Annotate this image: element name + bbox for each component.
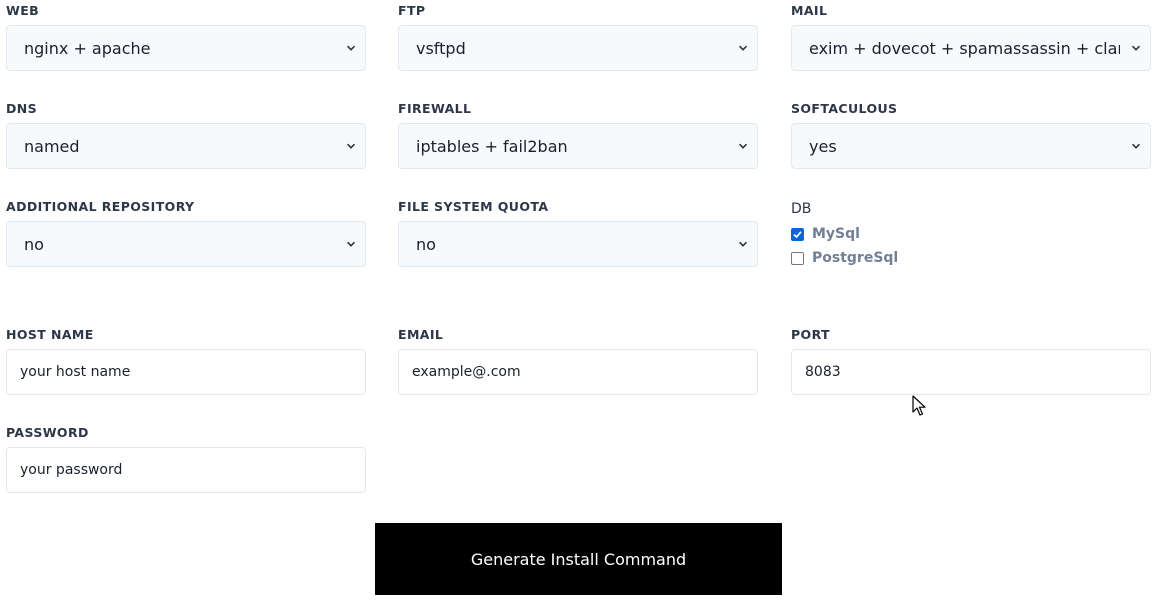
web-select-value: nginx + apache — [24, 38, 151, 58]
email-label: EMAIL — [398, 327, 444, 342]
dns-label: DNS — [6, 101, 38, 116]
additional-repository-label: ADDITIONAL REPOSITORY — [6, 199, 195, 214]
file-system-quota-select-value: no — [416, 234, 436, 254]
additional-repository-field: ADDITIONAL REPOSITORY no — [6, 199, 366, 267]
password-input[interactable]: your password — [6, 447, 366, 493]
firewall-select[interactable]: iptables + fail2ban — [398, 123, 758, 169]
ftp-label: FTP — [398, 3, 426, 18]
dns-select[interactable]: named — [6, 123, 366, 169]
chevron-down-icon — [346, 45, 356, 51]
password-field: PASSWORD your password — [6, 425, 366, 493]
db-field: DB MySql PostgreSql — [791, 200, 1151, 270]
postgresql-label: PostgreSql — [812, 250, 899, 266]
email-field: EMAIL example@.com — [398, 327, 758, 395]
file-system-quota-select[interactable]: no — [398, 221, 758, 267]
db-option-mysql[interactable]: MySql — [791, 222, 1151, 246]
chevron-down-icon — [1131, 45, 1141, 51]
db-title: DB — [791, 201, 812, 217]
email-input[interactable]: example@.com — [398, 349, 758, 395]
host-name-label: HOST NAME — [6, 327, 94, 342]
additional-repository-select-value: no — [24, 234, 44, 254]
mouse-pointer-icon — [912, 395, 926, 416]
db-option-postgresql[interactable]: PostgreSql — [791, 246, 1151, 270]
mysql-label: MySql — [812, 226, 860, 242]
mail-label: MAIL — [791, 3, 828, 18]
chevron-down-icon — [1131, 143, 1141, 149]
postgresql-checkbox[interactable] — [791, 251, 804, 265]
port-label: PORT — [791, 327, 830, 342]
generate-install-command-button[interactable]: Generate Install Command — [375, 523, 782, 595]
mail-field: MAIL exim + dovecot + spamassassin + cla… — [791, 3, 1151, 71]
password-label: PASSWORD — [6, 425, 89, 440]
softaculous-label: SOFTACULOUS — [791, 101, 898, 116]
web-field: WEB nginx + apache — [6, 3, 366, 71]
web-label: WEB — [6, 3, 40, 18]
web-select[interactable]: nginx + apache — [6, 25, 366, 71]
softaculous-select-value: yes — [809, 136, 837, 156]
mail-select-value: exim + dovecot + spamassassin + clamav — [809, 38, 1120, 58]
dns-select-value: named — [24, 136, 80, 156]
port-input[interactable]: 8083 — [791, 349, 1151, 395]
host-name-field: HOST NAME your host name — [6, 327, 366, 395]
ftp-select-value: vsftpd — [416, 38, 466, 58]
firewall-label: FIREWALL — [398, 101, 472, 116]
softaculous-field: SOFTACULOUS yes — [791, 101, 1151, 169]
file-system-quota-field: FILE SYSTEM QUOTA no — [398, 199, 758, 267]
softaculous-select[interactable]: yes — [791, 123, 1151, 169]
firewall-field: FIREWALL iptables + fail2ban — [398, 101, 758, 169]
chevron-down-icon — [346, 143, 356, 149]
firewall-select-value: iptables + fail2ban — [416, 136, 568, 156]
host-name-input[interactable]: your host name — [6, 349, 366, 395]
mail-select[interactable]: exim + dovecot + spamassassin + clamav — [791, 25, 1151, 71]
chevron-down-icon — [346, 241, 356, 247]
file-system-quota-label: FILE SYSTEM QUOTA — [398, 199, 549, 214]
chevron-down-icon — [738, 241, 748, 247]
mysql-checkbox[interactable] — [791, 227, 804, 241]
chevron-down-icon — [738, 45, 748, 51]
chevron-down-icon — [738, 143, 748, 149]
checkmark-icon — [793, 230, 802, 238]
additional-repository-select[interactable]: no — [6, 221, 366, 267]
dns-field: DNS named — [6, 101, 366, 169]
port-field: PORT 8083 — [791, 327, 1151, 395]
ftp-select[interactable]: vsftpd — [398, 25, 758, 71]
ftp-field: FTP vsftpd — [398, 3, 758, 71]
